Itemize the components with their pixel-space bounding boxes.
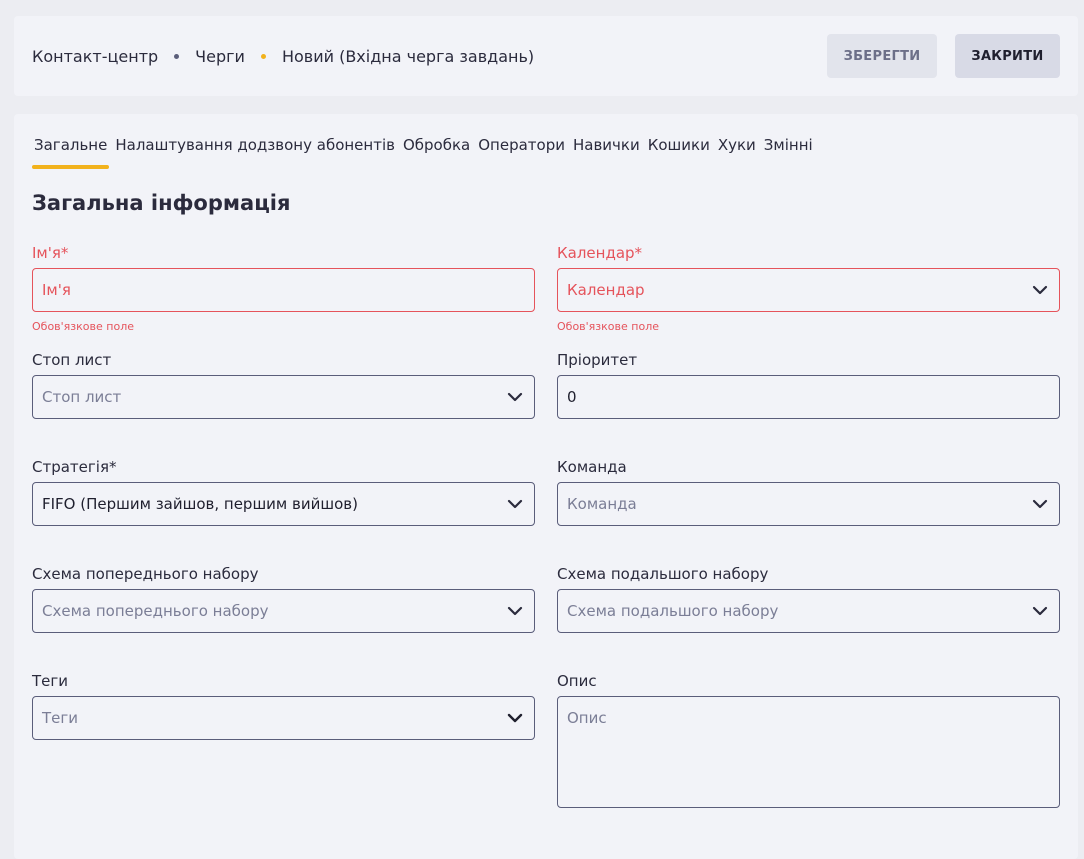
post-schema-select[interactable]: Схема подальшого набору — [557, 589, 1060, 633]
name-field: Ім'я* Ім'я Обов'язкове поле — [32, 242, 535, 333]
strategy-field: Стратегія* FIFO (Першим зайшов, першим в… — [32, 456, 535, 526]
section-title: Загальна інформація — [32, 191, 291, 215]
strategy-value: FIFO (Першим зайшов, першим вийшов) — [42, 495, 358, 513]
name-error: Обов'язкове поле — [32, 320, 134, 333]
tags-label: Теги — [32, 672, 69, 690]
post-schema-label: Схема подальшого набору — [557, 565, 769, 583]
priority-field: Пріоритет 0 — [557, 349, 1060, 419]
chevron-down-icon — [507, 606, 523, 616]
pre-schema-placeholder: Схема попереднього набору — [42, 602, 269, 620]
name-label: Ім'я* — [32, 244, 69, 262]
tab-general[interactable]: Загальне — [32, 136, 110, 169]
stoplist-select[interactable]: Стоп лист — [32, 375, 535, 419]
breadcrumb-separator-dot — [174, 53, 180, 59]
team-placeholder: Команда — [567, 495, 637, 513]
breadcrumb-active-dot — [260, 53, 266, 59]
chevron-down-icon — [507, 392, 523, 402]
calendar-placeholder: Календар — [567, 281, 645, 299]
post-schema-placeholder: Схема подальшого набору — [567, 602, 779, 620]
team-select[interactable]: Команда — [557, 482, 1060, 526]
stoplist-placeholder: Стоп лист — [42, 388, 122, 406]
strategy-select[interactable]: FIFO (Першим зайшов, першим вийшов) — [32, 482, 535, 526]
post-schema-field: Схема подальшого набору Схема подальшого… — [557, 563, 1060, 633]
chevron-down-icon — [1032, 285, 1048, 295]
chevron-down-icon — [1032, 606, 1048, 616]
pre-schema-label: Схема попереднього набору — [32, 565, 259, 583]
chevron-down-icon — [507, 713, 523, 723]
close-button[interactable]: ЗАКРИТИ — [955, 34, 1060, 78]
chevron-down-icon — [507, 499, 523, 509]
calendar-label: Календар* — [557, 244, 643, 262]
save-button[interactable]: ЗБЕРЕГТИ — [827, 34, 937, 78]
tab-dial-settings[interactable]: Налаштування додзвону абонентів — [113, 136, 397, 168]
tab-hooks[interactable]: Хуки — [716, 136, 758, 168]
calendar-select[interactable]: Календар — [557, 268, 1060, 312]
tags-select[interactable]: Теги — [32, 696, 535, 740]
pre-schema-field: Схема попереднього набору Схема попередн… — [32, 563, 535, 633]
calendar-error: Обов'язкове поле — [557, 320, 659, 333]
strategy-label: Стратегія* — [32, 458, 117, 476]
tags-field: Теги Теги — [32, 670, 535, 740]
description-textarea[interactable]: Опис — [557, 696, 1060, 808]
stoplist-field: Стоп лист Стоп лист — [32, 349, 535, 419]
breadcrumb: Контакт-центр Черги Новий (Вхідна черга … — [32, 16, 534, 96]
breadcrumb-contact-center[interactable]: Контакт-центр — [32, 47, 158, 66]
priority-label: Пріоритет — [557, 351, 638, 369]
breadcrumb-queues[interactable]: Черги — [195, 47, 245, 66]
page-header: Контакт-центр Черги Новий (Вхідна черга … — [14, 16, 1078, 96]
tab-buckets[interactable]: Кошики — [646, 136, 712, 168]
tab-bar: Загальне Налаштування додзвону абонентів… — [32, 136, 819, 169]
priority-input[interactable]: 0 — [557, 375, 1060, 419]
tab-variables[interactable]: Змінні — [762, 136, 815, 168]
name-input[interactable]: Ім'я — [32, 268, 535, 312]
breadcrumb-current: Новий (Вхідна черга завдань) — [281, 46, 535, 66]
form-card: Загальне Налаштування додзвону абонентів… — [14, 114, 1078, 859]
chevron-down-icon — [1032, 499, 1048, 509]
tab-skills[interactable]: Навички — [571, 136, 642, 168]
pre-schema-select[interactable]: Схема попереднього набору — [32, 589, 535, 633]
description-label: Опис — [557, 672, 597, 690]
description-field: Опис Опис — [557, 670, 1060, 808]
stoplist-label: Стоп лист — [32, 351, 112, 369]
team-field: Команда Команда — [557, 456, 1060, 526]
team-label: Команда — [557, 458, 627, 476]
tab-processing[interactable]: Обробка — [401, 136, 472, 168]
tab-operators[interactable]: Оператори — [476, 136, 567, 168]
tags-placeholder: Теги — [42, 709, 79, 727]
calendar-field: Календар* Календар Обов'язкове поле — [557, 242, 1060, 333]
